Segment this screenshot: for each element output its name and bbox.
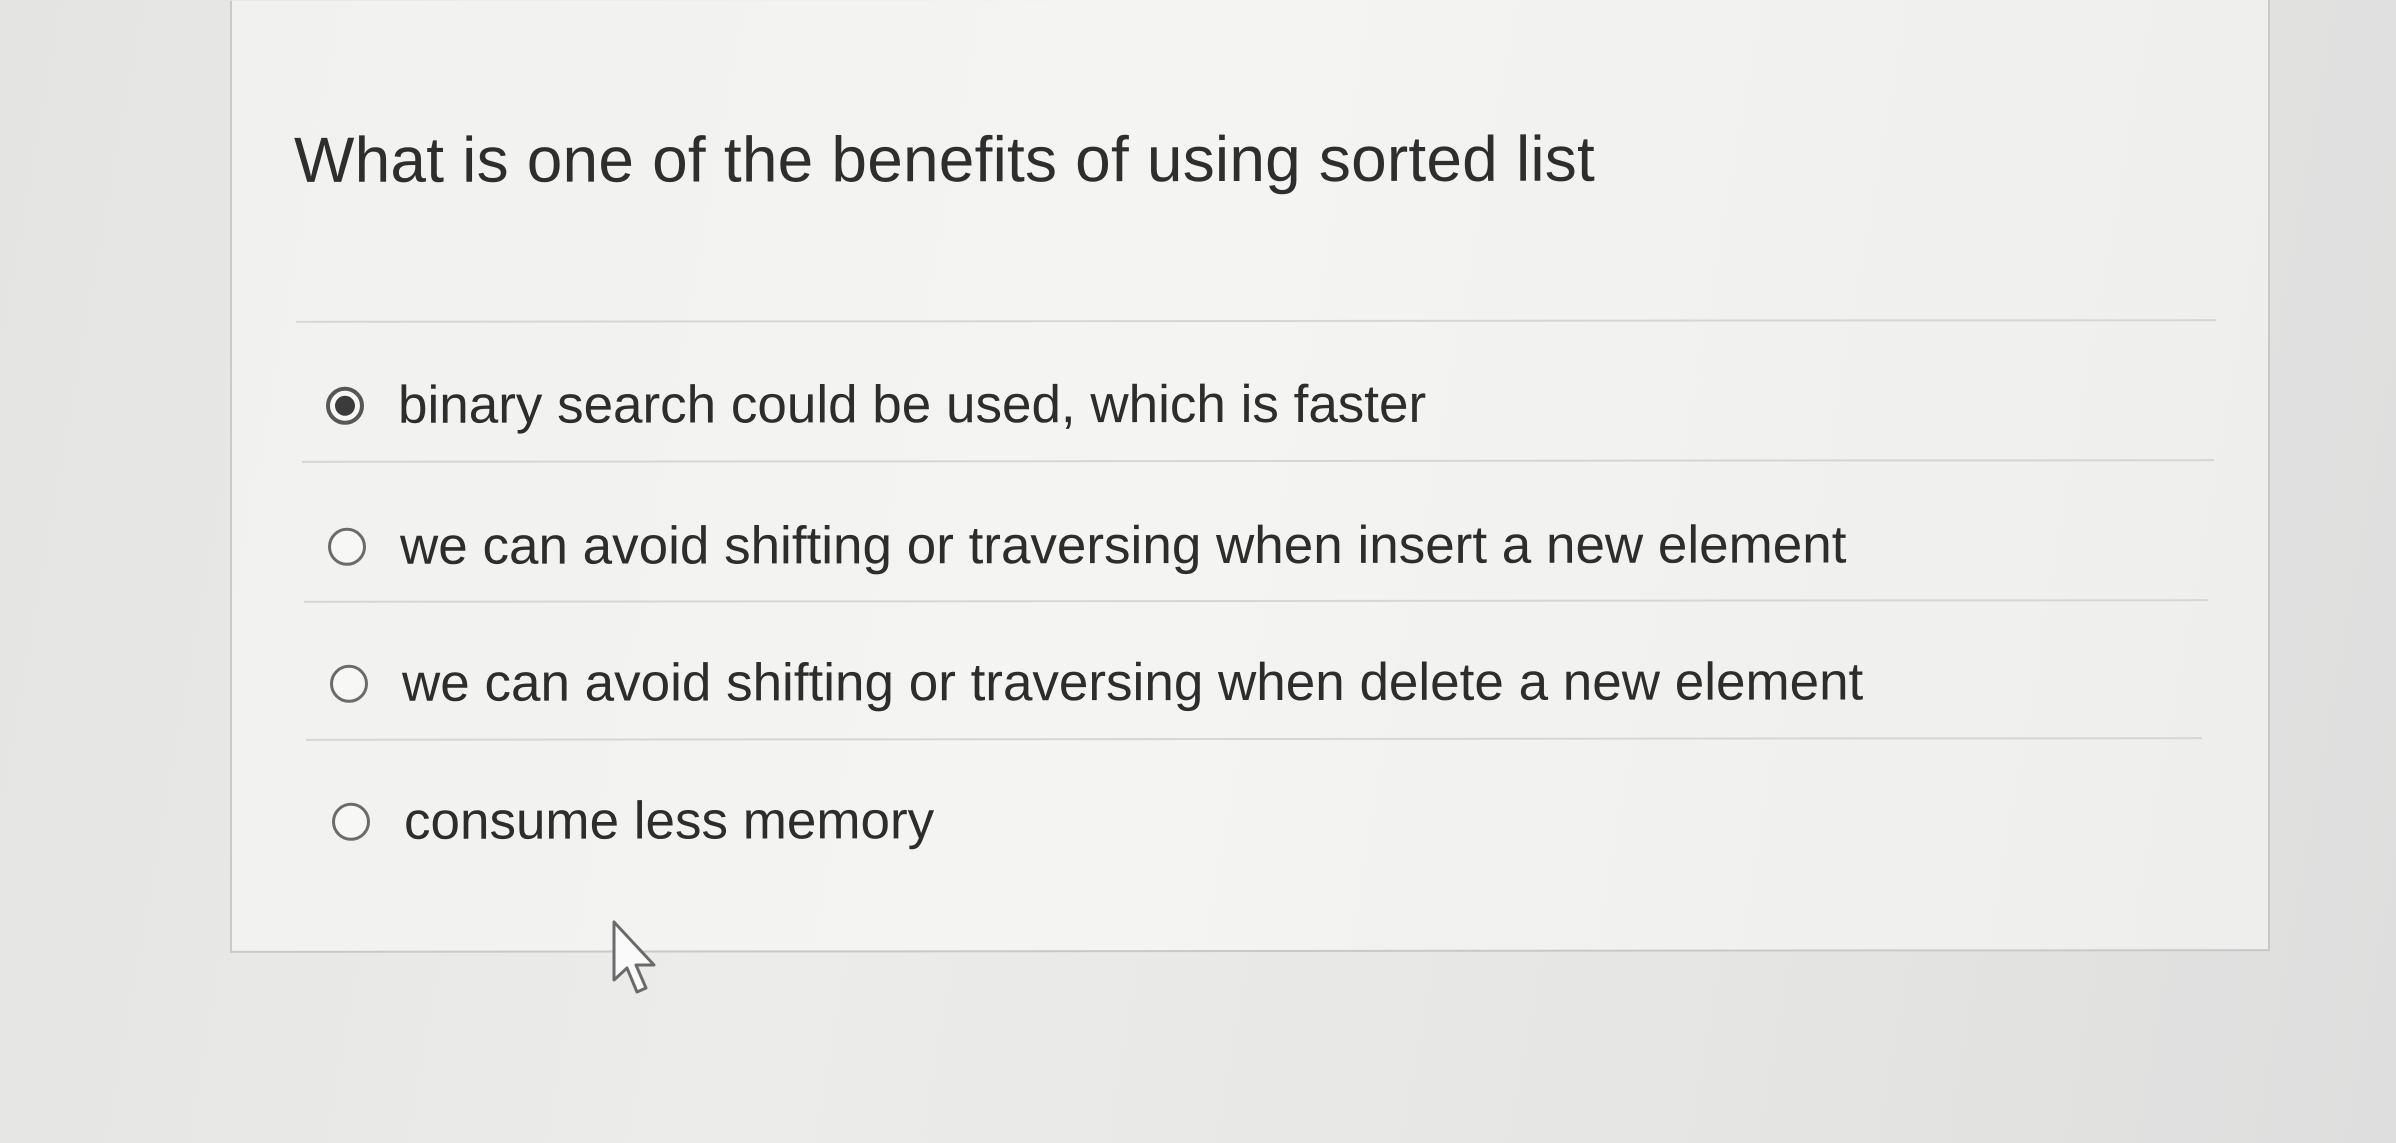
answer-option-2[interactable]: we can avoid shifting or traversing when… <box>328 514 1846 576</box>
radio-dot <box>335 395 355 416</box>
question-text: What is one of the benefits of using sor… <box>294 122 1595 196</box>
divider <box>304 599 2208 603</box>
answer-option-label: binary search could be used, which is fa… <box>398 374 1427 435</box>
answer-option-label: we can avoid shifting or traversing when… <box>400 515 1847 576</box>
radio-button-selected[interactable] <box>326 386 364 425</box>
answer-option-3[interactable]: we can avoid shifting or traversing when… <box>330 651 1863 713</box>
radio-button[interactable] <box>328 527 366 566</box>
answer-option-label: consume less memory <box>404 791 935 851</box>
divider <box>296 319 2216 323</box>
radio-button[interactable] <box>330 664 368 703</box>
divider <box>302 459 2214 463</box>
answer-option-1[interactable]: binary search could be used, which is fa… <box>326 374 1426 436</box>
divider <box>306 737 2202 741</box>
answer-option-4[interactable]: consume less memory <box>332 790 934 852</box>
radio-button[interactable] <box>332 802 370 841</box>
answer-option-label: we can avoid shifting or traversing when… <box>402 652 1864 713</box>
arrow-pointer-icon <box>612 920 656 994</box>
question-card: What is one of the benefits of using sor… <box>230 0 2270 953</box>
